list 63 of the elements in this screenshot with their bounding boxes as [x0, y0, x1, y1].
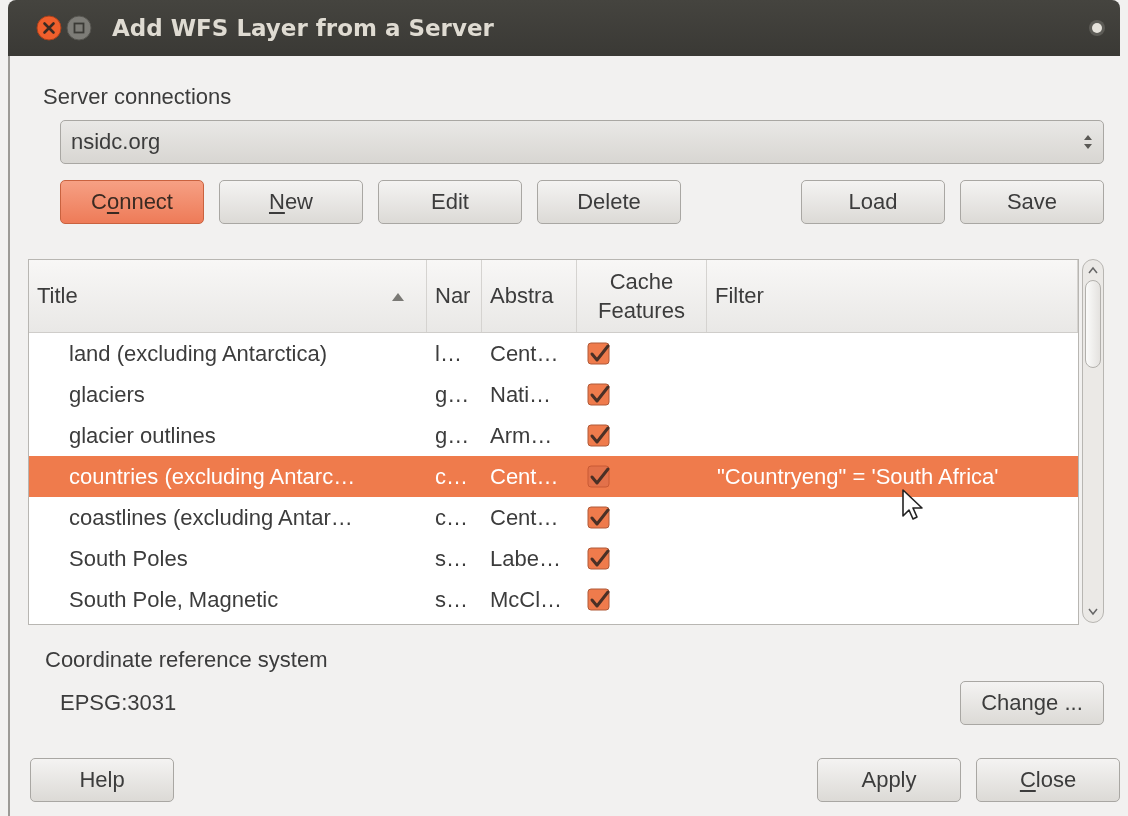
table-cell-text: Labe… — [489, 545, 562, 572]
dialog-button[interactable]: Close — [976, 758, 1120, 802]
checkbox[interactable] — [587, 464, 611, 489]
close-icon[interactable] — [36, 15, 62, 41]
column-header-label: Nar — [435, 283, 471, 309]
dialog-button[interactable]: New — [219, 180, 363, 224]
table-cell-text: countries (excluding Antarc… — [68, 463, 357, 490]
column-header-label: Filter — [715, 283, 764, 309]
table-cell-text: South Poles — [68, 545, 189, 572]
table-row[interactable]: land (excluding Antarctica) l… Cent… — [29, 333, 1079, 374]
table-row[interactable]: coastlines (excluding Antar… c… Cent… — [29, 497, 1079, 538]
table-cell-text: coastlines (excluding Antar… — [68, 504, 354, 531]
table-cell-text: s… — [434, 586, 469, 613]
checkbox[interactable] — [587, 341, 611, 366]
table-cell-text: Cent… — [489, 463, 560, 490]
table-cell-text: Cent… — [489, 340, 560, 367]
window-title: Add WFS Layer from a Server — [112, 15, 495, 41]
dialog-button[interactable]: Delete — [537, 180, 681, 224]
scrollbar-thumb[interactable] — [1085, 280, 1102, 368]
section-label: Coordinate reference system — [45, 647, 329, 673]
scroll-down-icon — [1088, 608, 1099, 616]
table-cell-text: South Pole, Magnetic — [68, 586, 280, 613]
table-row[interactable]: glaciers g… Nati… — [29, 374, 1079, 415]
checkbox[interactable] — [587, 382, 611, 407]
crs-value: EPSG:3031 — [60, 690, 178, 716]
table-cell-text: s… — [434, 545, 469, 572]
dialog-button[interactable]: Save — [960, 180, 1104, 224]
table-cell-text: glacier outlines — [68, 422, 217, 449]
table-cell-text: c… — [434, 463, 469, 490]
table-cell-text: g… — [434, 381, 471, 408]
checkbox[interactable] — [587, 587, 611, 612]
table-cell-text: land (excluding Antarctica) — [68, 340, 329, 367]
column-header-label: Cache Features — [597, 268, 686, 325]
maximize-icon[interactable] — [66, 15, 92, 41]
table-cell-text: Cent… — [489, 504, 560, 531]
dialog-button[interactable]: Help — [30, 758, 174, 802]
scroll-up-icon — [1088, 266, 1099, 274]
dialog-button[interactable]: Apply — [817, 758, 961, 802]
dialog-button[interactable]: Edit — [378, 180, 522, 224]
checkbox[interactable] — [587, 505, 611, 530]
table-cell-text: glaciers — [68, 381, 146, 408]
table-row[interactable]: South Poles s… Labe… — [29, 538, 1079, 579]
table-cell-text: Arm… — [489, 422, 554, 449]
table-cell-text: c… — [434, 504, 469, 531]
section-label: Server connections — [43, 84, 233, 110]
table-row[interactable]: glacier outlines g… Arm… — [29, 415, 1079, 456]
mouse-cursor-icon — [902, 489, 924, 521]
table-cell-text: g… — [434, 422, 471, 449]
server-dropdown[interactable]: nsidc.org — [60, 120, 1104, 164]
table-row[interactable]: South Pole, Magnetic s… McCl… — [29, 579, 1079, 620]
table-cell-text: l… — [434, 340, 463, 367]
checkbox[interactable] — [587, 546, 611, 571]
table-cell-text: Nati… — [489, 381, 553, 408]
scrollbar[interactable] — [1082, 259, 1104, 623]
sort-ascending-icon — [392, 291, 404, 301]
checkbox[interactable] — [587, 423, 611, 448]
dialog-button[interactable]: Connect — [60, 180, 204, 224]
table-cell-text: McCl… — [489, 586, 564, 613]
column-header-label: Title — [37, 283, 78, 309]
change-button[interactable]: Change ... — [960, 681, 1104, 725]
dialog-button[interactable]: Load — [801, 180, 945, 224]
menu-dot-icon[interactable] — [1088, 19, 1106, 37]
column-header-label: Abstra — [490, 283, 554, 309]
